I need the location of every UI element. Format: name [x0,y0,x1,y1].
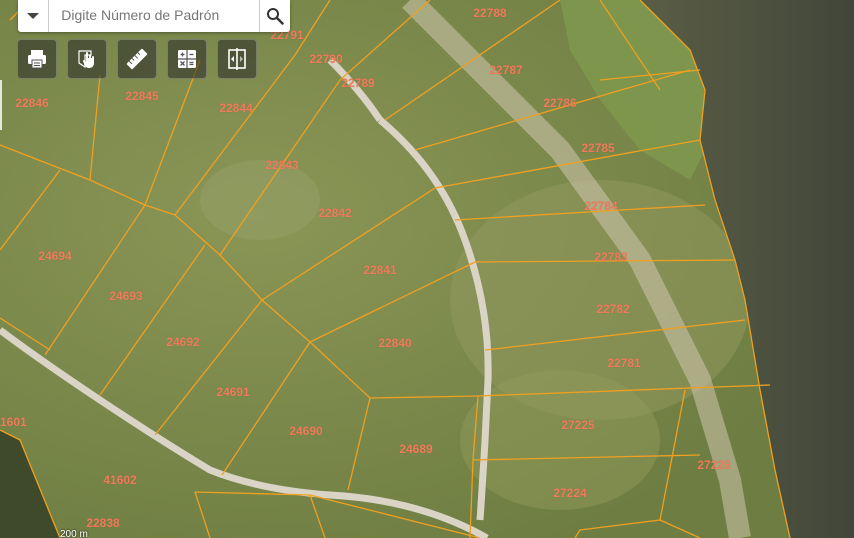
parcel-label[interactable]: 22788 [473,6,506,20]
parcel-label[interactable]: 22843 [265,158,298,172]
parcel-label[interactable]: 22844 [219,101,252,115]
select-tool-button[interactable] [67,39,107,79]
parcel-label[interactable]: 27225 [561,418,594,432]
parcel-label[interactable]: 22789 [341,76,374,90]
parcel-label[interactable]: 24689 [399,442,432,456]
parcel-label[interactable]: 22790 [309,52,342,66]
parcel-label[interactable]: 24690 [289,424,322,438]
parcel-label[interactable]: 22845 [125,89,158,103]
printer-icon [28,50,46,69]
parcel-label[interactable]: 22784 [584,199,617,213]
padron-search-input[interactable] [49,0,259,30]
parcel-label[interactable]: 41602 [103,473,136,487]
chevron-down-icon [27,13,40,19]
parcel-label[interactable]: 27224 [553,486,586,500]
parcel-label[interactable]: 24694 [38,249,71,263]
parcel-label[interactable]: 27226 [697,458,730,472]
hand-pointer-icon [78,50,94,69]
parcel-label[interactable]: 22785 [581,141,614,155]
print-button[interactable] [17,39,57,79]
padron-search-bar [18,0,290,32]
left-edge-marker [0,80,2,130]
search-icon [266,8,284,25]
search-type-dropdown[interactable] [18,0,50,32]
parcel-label[interactable]: 24692 [166,335,199,349]
parcel-label[interactable]: 41601 [0,415,27,429]
calculator-button[interactable] [167,39,207,79]
ruler-icon [126,48,148,70]
parcel-label[interactable]: 22783 [594,250,627,264]
parcel-label[interactable]: 22846 [15,96,48,110]
parcel-label[interactable]: 22838 [86,516,119,530]
parcel-label[interactable]: 24691 [216,385,249,399]
calculator-icon [178,50,196,68]
parcel-label[interactable]: 22786 [543,96,576,110]
split-view-icon [228,48,246,70]
scale-bar-label: 200 m [60,529,88,538]
search-button[interactable] [258,0,290,32]
split-view-button[interactable] [217,39,257,79]
parcel-label[interactable]: 22781 [607,356,640,370]
map-view[interactable]: 22788 22791 22790 22789 22787 22846 2284… [0,0,854,538]
measure-button[interactable] [117,39,157,79]
parcel-label[interactable]: 22840 [378,336,411,350]
map-toolbar [17,39,257,79]
parcel-label[interactable]: 22787 [489,63,522,77]
parcel-label[interactable]: 22842 [318,206,351,220]
parcel-label[interactable]: 22841 [363,263,396,277]
parcel-label[interactable]: 22782 [596,302,629,316]
parcel-label[interactable]: 24693 [109,289,142,303]
